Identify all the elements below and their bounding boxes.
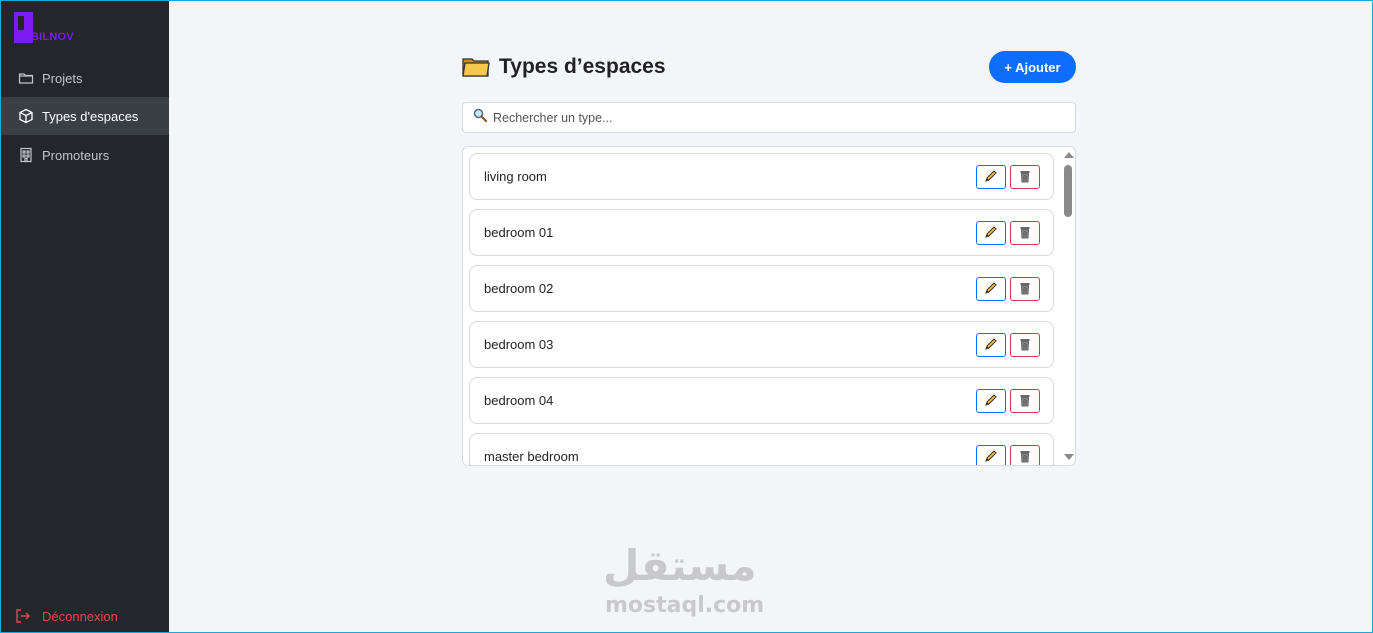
pencil-icon <box>984 169 998 186</box>
type-name: master bedroom <box>484 449 579 464</box>
list-item: bedroom 03 <box>469 321 1054 368</box>
trash-icon <box>1018 169 1032 186</box>
types-list: living room bedroom 01 bedroom 02 bedroo… <box>462 146 1076 466</box>
search-bar <box>462 102 1076 133</box>
app-logo[interactable]: BILNOV <box>14 12 94 44</box>
logout-icon <box>15 608 31 624</box>
pencil-icon <box>984 393 998 410</box>
folder-emoji-icon <box>462 56 490 78</box>
edit-button[interactable] <box>976 277 1006 301</box>
edit-button[interactable] <box>976 333 1006 357</box>
type-name: bedroom 04 <box>484 393 554 408</box>
delete-button[interactable] <box>1010 333 1040 357</box>
trash-icon <box>1018 449 1032 466</box>
list-item: bedroom 04 <box>469 377 1054 424</box>
sidebar-item-promoteurs[interactable]: Promoteurs <box>1 136 169 174</box>
mostaql-watermark: مستقل mostaql.com <box>601 541 776 621</box>
scroll-down-arrow[interactable] <box>1064 454 1074 460</box>
folder-icon <box>18 70 34 86</box>
delete-button[interactable] <box>1010 389 1040 413</box>
delete-button[interactable] <box>1010 277 1040 301</box>
sidebar: BILNOV Projets Types d'espaces Promoteur… <box>1 1 169 632</box>
add-type-button[interactable]: + Ajouter <box>989 51 1076 83</box>
scroll-thumb[interactable] <box>1064 165 1072 217</box>
sidebar-item-projets[interactable]: Projets <box>1 59 169 97</box>
building-icon <box>18 147 34 163</box>
list-item: living room <box>469 153 1054 200</box>
sidebar-item-label: Projets <box>42 70 83 86</box>
logo-text: BILNOV <box>31 31 74 43</box>
sidebar-item-label: Types d'espaces <box>42 108 139 124</box>
logout-label: Déconnexion <box>42 608 118 624</box>
list-scrollbar[interactable] <box>1061 147 1075 465</box>
watermark-latin: mostaql.com <box>605 593 765 618</box>
trash-icon <box>1018 225 1032 242</box>
delete-button[interactable] <box>1010 165 1040 189</box>
type-name: bedroom 01 <box>484 225 554 240</box>
logout-button[interactable]: Déconnexion <box>1 598 169 633</box>
type-name: living room <box>484 169 547 184</box>
search-input[interactable] <box>493 110 1053 125</box>
pencil-icon <box>984 281 998 298</box>
trash-icon <box>1018 281 1032 298</box>
scroll-up-arrow[interactable] <box>1064 152 1074 158</box>
list-item: bedroom 01 <box>469 209 1054 256</box>
edit-button[interactable] <box>976 165 1006 189</box>
trash-icon <box>1018 337 1032 354</box>
edit-button[interactable] <box>976 445 1006 466</box>
list-item: bedroom 02 <box>469 265 1054 312</box>
pencil-icon <box>984 449 998 466</box>
delete-button[interactable] <box>1010 221 1040 245</box>
page-header: Types d’espaces + Ajouter <box>462 51 1076 85</box>
sidebar-item-types-espaces[interactable]: Types d'espaces <box>1 97 169 135</box>
type-name: bedroom 02 <box>484 281 554 296</box>
page-title: Types d’espaces <box>462 55 666 79</box>
trash-icon <box>1018 393 1032 410</box>
type-name: bedroom 03 <box>484 337 554 352</box>
list-item: master bedroom <box>469 433 1054 466</box>
edit-button[interactable] <box>976 389 1006 413</box>
sidebar-item-label: Promoteurs <box>42 147 110 163</box>
pencil-icon <box>984 225 998 242</box>
page-title-text: Types d’espaces <box>499 55 666 78</box>
cube-icon <box>18 108 34 124</box>
watermark-arabic: مستقل <box>603 541 757 590</box>
magnifier-icon <box>473 108 488 127</box>
pencil-icon <box>984 337 998 354</box>
edit-button[interactable] <box>976 221 1006 245</box>
delete-button[interactable] <box>1010 445 1040 466</box>
